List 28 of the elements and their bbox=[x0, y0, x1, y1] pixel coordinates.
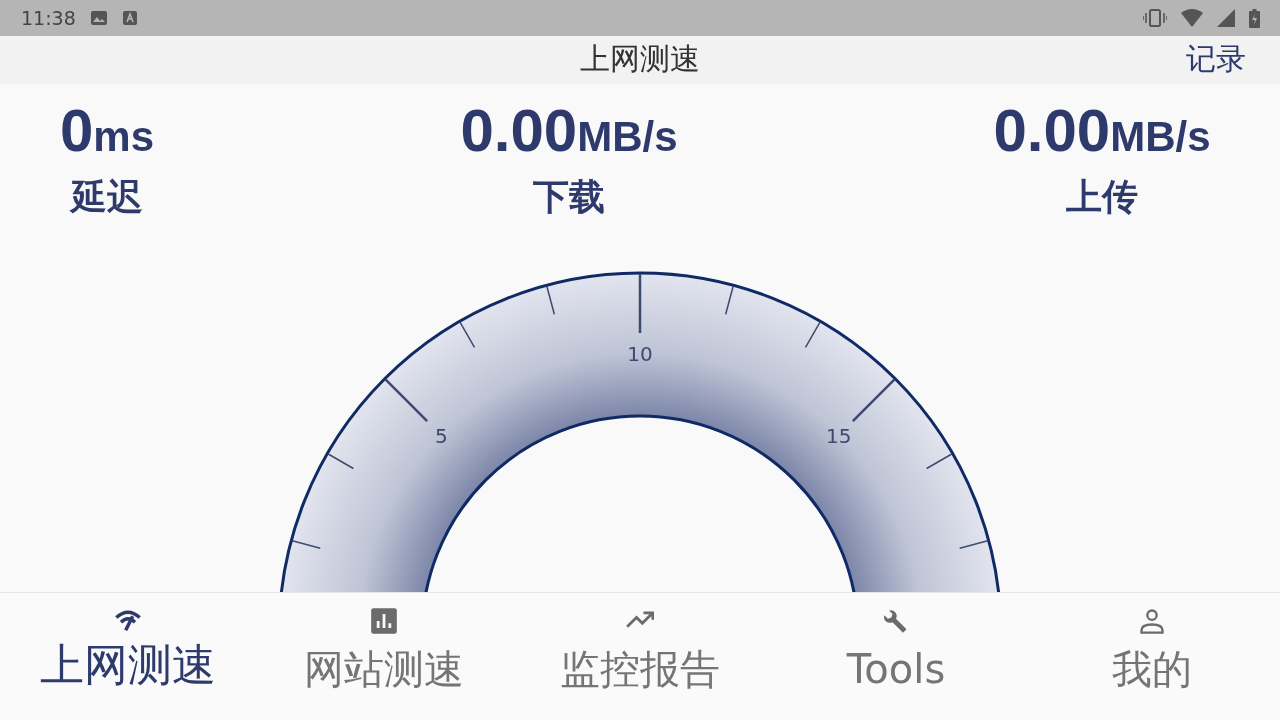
status-time: 11:38 bbox=[21, 7, 76, 29]
tick-label: 10 bbox=[627, 342, 653, 366]
person-icon bbox=[1138, 607, 1166, 635]
stat-label: 延迟 bbox=[71, 175, 143, 219]
stat-value: 0 bbox=[59, 96, 94, 165]
stat-unit: MB/s bbox=[577, 113, 678, 161]
stat-value: 0.00 bbox=[460, 96, 578, 165]
nav-tab[interactable]: 网站测速 bbox=[256, 593, 512, 720]
header-title: 上网测速 bbox=[580, 41, 700, 76]
vibrate-icon bbox=[1143, 9, 1167, 27]
nav-tab[interactable]: 我的 bbox=[1024, 593, 1280, 720]
stat-unit: ms bbox=[93, 113, 155, 161]
stat-label: 上传 bbox=[1066, 175, 1138, 219]
tick-label: 5 bbox=[434, 424, 448, 449]
bar-chart-icon bbox=[370, 607, 398, 635]
stat-label: 下载 bbox=[533, 175, 605, 219]
image-icon bbox=[89, 10, 108, 26]
nav-tab[interactable]: Tools bbox=[768, 593, 1024, 720]
tick-label: 15 bbox=[825, 424, 852, 449]
letter-a-icon bbox=[121, 10, 138, 26]
nav-tab[interactable]: 监控报告 bbox=[512, 593, 768, 720]
nav-tab[interactable]: 上网测速 bbox=[0, 593, 256, 720]
battery-icon bbox=[1249, 8, 1260, 28]
stat-value: 0.00 bbox=[993, 96, 1111, 165]
cell-signal-icon bbox=[1217, 9, 1235, 27]
history-link[interactable]: 记录 bbox=[1186, 44, 1246, 74]
stat-unit: MB/s bbox=[1110, 113, 1211, 161]
wifi-icon bbox=[1181, 9, 1203, 27]
